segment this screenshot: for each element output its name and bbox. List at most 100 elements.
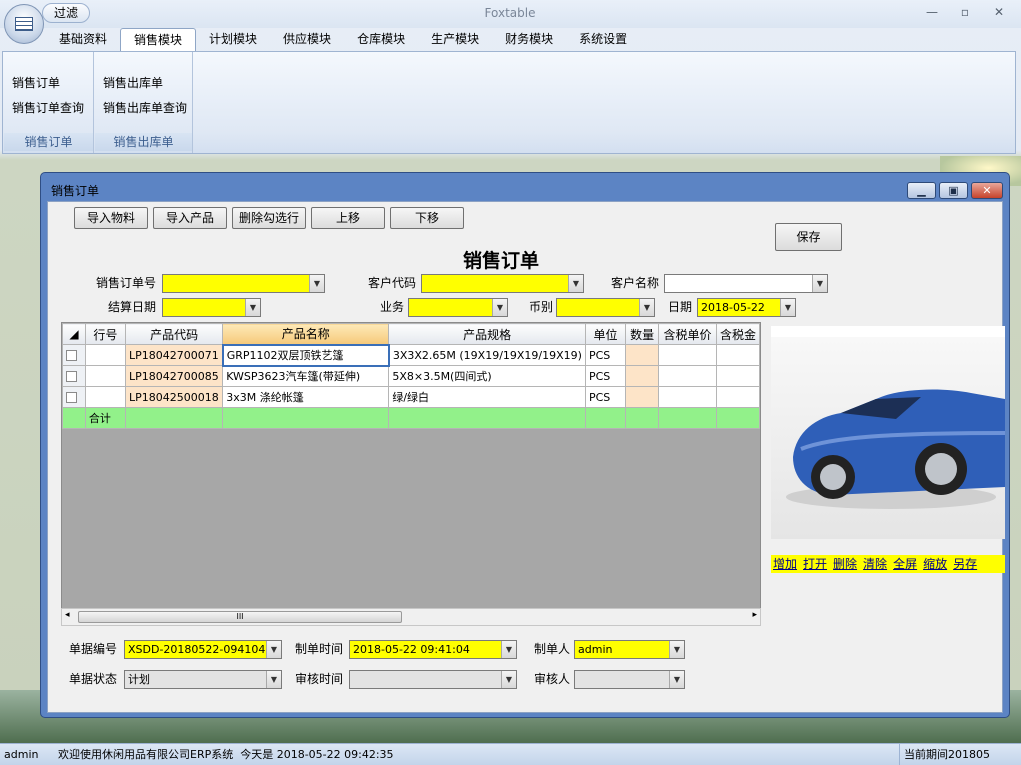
product-spec-cell[interactable]: 3X3X2.65M (19X19/19X19/19X19)	[388, 344, 586, 366]
picture-open-link[interactable]: 打开	[803, 557, 827, 571]
chevron-down-icon[interactable]: ▼	[780, 299, 795, 316]
window-close-icon[interactable]: ✕	[971, 182, 1003, 199]
table-row[interactable]: LP18042700085 KWSP3623汽车篷(带延伸) 5X8×3.5M(…	[62, 365, 760, 387]
table-row[interactable]: LP18042500018 3x3M 涤纶帐篷 绿/绿白 PCS	[62, 386, 760, 408]
status-field[interactable]: 计划 ▼	[124, 670, 282, 689]
row-checkbox[interactable]	[62, 386, 86, 408]
chevron-down-icon[interactable]: ▼	[492, 299, 507, 316]
amount-cell[interactable]	[715, 365, 760, 387]
column-header[interactable]: 产品代码	[124, 323, 224, 345]
qty-cell[interactable]	[625, 344, 660, 366]
review-time-field[interactable]: ▼	[349, 670, 517, 689]
reviewer-field[interactable]: ▼	[574, 670, 685, 689]
tab-sales[interactable]: 销售模块	[120, 28, 197, 52]
move-up-button[interactable]: 上移	[311, 207, 385, 229]
chevron-down-icon[interactable]: ▼	[245, 299, 260, 316]
chevron-down-icon[interactable]: ▼	[568, 275, 583, 292]
window-restore-icon[interactable]: ▣	[939, 182, 968, 199]
amount-cell[interactable]	[715, 344, 760, 366]
line-no-cell[interactable]	[84, 386, 126, 408]
save-button[interactable]: 保存	[775, 223, 842, 251]
date-field[interactable]: 2018-05-22 ▼	[697, 298, 796, 317]
product-code-cell[interactable]: LP18042700085	[124, 365, 224, 387]
business-field[interactable]: ▼	[408, 298, 508, 317]
delete-checked-rows-button[interactable]: 删除勾选行	[232, 207, 306, 229]
filter-quick-button[interactable]: 过滤	[42, 3, 90, 23]
doc-no-field[interactable]: XSDD-20180522-094104 ▼	[124, 640, 282, 659]
chevron-down-icon[interactable]: ▼	[266, 671, 281, 688]
picture-clear-link[interactable]: 清除	[863, 557, 887, 571]
sales-outbound-button[interactable]: 销售出库单	[103, 74, 163, 91]
tab-planning[interactable]: 计划模块	[196, 28, 270, 50]
checkbox[interactable]	[66, 350, 77, 361]
column-header[interactable]: 数量	[625, 323, 660, 345]
price-cell[interactable]	[658, 386, 717, 408]
window-minimize-icon[interactable]: ▁	[907, 182, 936, 199]
select-all-corner[interactable]: ◢	[62, 323, 86, 345]
tab-finance[interactable]: 财务模块	[492, 28, 566, 50]
chevron-down-icon[interactable]: ▼	[501, 671, 516, 688]
tab-production[interactable]: 生产模块	[418, 28, 492, 50]
picture-save-as-link[interactable]: 另存	[953, 557, 977, 571]
product-name-cell[interactable]: GRP1102双层顶铁艺篷	[221, 343, 390, 367]
product-code-cell[interactable]: LP18042700071	[124, 344, 224, 366]
product-code-cell[interactable]: LP18042500018	[124, 386, 224, 408]
picture-fullscreen-link[interactable]: 全屏	[893, 557, 917, 571]
scroll-left-icon[interactable]: ◂	[65, 610, 70, 620]
unit-cell[interactable]: PCS	[584, 344, 627, 366]
unit-cell[interactable]: PCS	[584, 365, 627, 387]
app-menu-button[interactable]	[4, 4, 44, 44]
currency-field[interactable]: ▼	[556, 298, 655, 317]
picture-add-link[interactable]: 增加	[773, 557, 797, 571]
scroll-right-icon[interactable]: ▸	[752, 610, 757, 620]
row-checkbox[interactable]	[62, 365, 86, 387]
order-no-field[interactable]: ▼	[162, 274, 325, 293]
product-spec-cell[interactable]: 5X8×3.5M(四间式)	[388, 365, 586, 387]
product-name-cell[interactable]: 3x3M 涤纶帐篷	[222, 386, 390, 408]
import-material-button[interactable]: 导入物料	[74, 207, 148, 229]
product-picture[interactable]	[771, 337, 1006, 539]
customer-name-field[interactable]: ▼	[664, 274, 828, 293]
product-name-cell[interactable]: KWSP3623汽车篷(带延伸)	[222, 365, 390, 387]
line-no-cell[interactable]	[84, 365, 126, 387]
qty-cell[interactable]	[625, 365, 660, 387]
chevron-down-icon[interactable]: ▼	[501, 641, 516, 658]
chevron-down-icon[interactable]: ▼	[309, 275, 324, 292]
column-header[interactable]: 产品名称	[222, 323, 390, 345]
chevron-down-icon[interactable]: ▼	[639, 299, 654, 316]
price-cell[interactable]	[658, 344, 717, 366]
checkbox[interactable]	[66, 392, 77, 403]
checkbox[interactable]	[66, 371, 77, 382]
column-header[interactable]: 行号	[84, 323, 126, 345]
row-checkbox[interactable]	[62, 344, 86, 366]
picture-zoom-link[interactable]: 缩放	[923, 557, 947, 571]
creator-field[interactable]: admin ▼	[574, 640, 685, 659]
chevron-down-icon[interactable]: ▼	[266, 641, 281, 658]
tab-basic-data[interactable]: 基础资料	[46, 28, 120, 50]
column-header[interactable]: 产品规格	[388, 323, 586, 345]
table-row[interactable]: LP18042700071 GRP1102双层顶铁艺篷 3X3X2.65M (1…	[62, 343, 760, 367]
column-header[interactable]: 含税单价	[658, 323, 717, 345]
chevron-down-icon[interactable]: ▼	[669, 641, 684, 658]
chevron-down-icon[interactable]: ▼	[812, 275, 827, 292]
column-header[interactable]: 单位	[584, 323, 627, 345]
qty-cell[interactable]	[625, 386, 660, 408]
sales-order-query-button[interactable]: 销售订单查询	[12, 99, 84, 116]
line-no-cell[interactable]	[84, 344, 126, 366]
unit-cell[interactable]: PCS	[584, 386, 627, 408]
price-cell[interactable]	[658, 365, 717, 387]
tab-warehouse[interactable]: 仓库模块	[344, 28, 418, 50]
sales-order-button[interactable]: 销售订单	[12, 74, 60, 91]
import-product-button[interactable]: 导入产品	[153, 207, 227, 229]
scroll-thumb[interactable]: III	[78, 611, 402, 623]
customer-code-field[interactable]: ▼	[421, 274, 584, 293]
column-header[interactable]: 含税金	[715, 323, 760, 345]
picture-delete-link[interactable]: 删除	[833, 557, 857, 571]
horizontal-scrollbar[interactable]: ◂ III ▸	[61, 608, 761, 626]
minimize-icon[interactable]: —	[922, 4, 942, 20]
tab-settings[interactable]: 系统设置	[566, 28, 640, 50]
amount-cell[interactable]	[715, 386, 760, 408]
settle-date-field[interactable]: ▼	[162, 298, 261, 317]
sales-outbound-query-button[interactable]: 销售出库单查询	[103, 99, 187, 116]
chevron-down-icon[interactable]: ▼	[669, 671, 684, 688]
